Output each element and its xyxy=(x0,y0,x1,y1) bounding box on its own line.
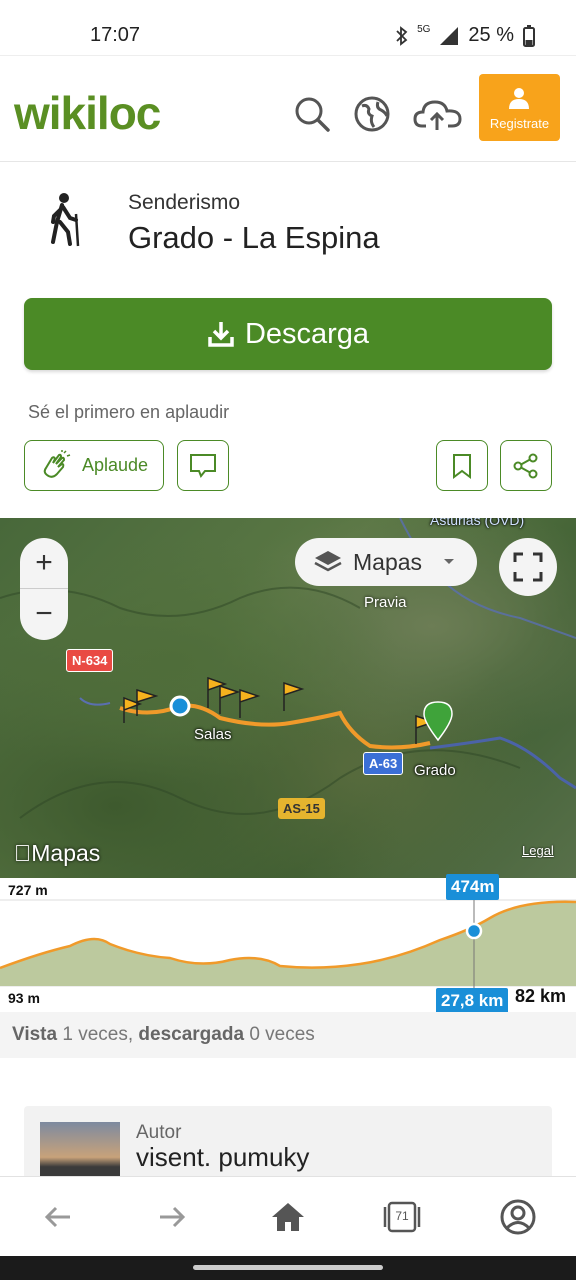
views-label: Vista xyxy=(12,1024,58,1045)
tabs-button[interactable]: 71 xyxy=(382,1197,422,1237)
views-count: 1 veces, xyxy=(62,1024,134,1045)
status-bar: 17:07 5G 25 % xyxy=(0,0,576,56)
elevation-max-label: 727 m xyxy=(8,882,48,898)
cursor-elevation-badge: 474m xyxy=(446,874,500,900)
download-icon xyxy=(208,322,234,347)
activity-type: Senderismo xyxy=(128,191,241,214)
comment-icon xyxy=(190,453,216,478)
search-icon[interactable] xyxy=(292,94,332,134)
app-header: wikiloc Registrate xyxy=(0,58,576,162)
apple-icon:  xyxy=(14,840,31,866)
browser-bottom-bar: 71 xyxy=(0,1176,576,1256)
wikiloc-logo[interactable]: wikiloc xyxy=(14,86,161,140)
bookmark-icon xyxy=(453,453,471,479)
battery-icon xyxy=(523,24,535,47)
comment-button[interactable] xyxy=(177,440,229,491)
trail-stats: Vista 1 veces, descargada 0 veces xyxy=(0,1012,576,1058)
status-right: 5G 25 % xyxy=(395,24,536,47)
legal-link[interactable]: Legal xyxy=(522,843,554,858)
trail-title: Grado - La Espina xyxy=(128,220,380,255)
download-label: Descarga xyxy=(244,317,370,350)
applaud-note: Sé el primero en aplaudir xyxy=(28,402,230,422)
total-distance-label: 82 km xyxy=(515,986,567,1006)
download-button[interactable]: Descarga xyxy=(24,298,552,370)
battery-label: 25 % xyxy=(468,24,514,46)
trail-map[interactable]: + − Mapas Asturias (OVD) Pravia Salas Gr… xyxy=(0,518,576,878)
author-card[interactable]: Autor visent. pumuky xyxy=(24,1106,552,1186)
register-label: Registrate xyxy=(489,116,550,131)
back-arrow-icon[interactable] xyxy=(38,1197,78,1237)
applaud-button[interactable]: Aplaude xyxy=(24,440,164,491)
network-label: 5G xyxy=(417,24,431,35)
elevation-profile[interactable]: 727 m 93 m 474m 27,8 km 82 km xyxy=(0,874,576,1014)
register-button[interactable]: Registrate xyxy=(479,74,560,141)
forward-arrow-icon[interactable] xyxy=(152,1197,192,1237)
gesture-handle[interactable] xyxy=(193,1265,383,1270)
bookmark-button[interactable] xyxy=(436,440,488,491)
bluetooth-icon xyxy=(396,25,408,46)
applaud-label: Aplaude xyxy=(81,455,149,475)
waypoint-flags xyxy=(123,676,453,744)
elevation-min-label: 93 m xyxy=(8,990,40,1006)
apple-maps-attribution: Mapas xyxy=(14,840,100,866)
downloads-count: 0 veces xyxy=(249,1024,315,1045)
share-button[interactable] xyxy=(500,440,552,491)
cursor-distance-badge: 27,8 km xyxy=(436,988,509,1014)
user-icon xyxy=(509,88,529,109)
hiking-icon xyxy=(51,193,80,247)
downloads-label: descargada xyxy=(138,1024,245,1045)
trail-header: Senderismo Grado - La Espina xyxy=(0,176,576,286)
author-label: Autor xyxy=(136,1122,182,1143)
home-icon[interactable] xyxy=(268,1197,308,1237)
share-icon xyxy=(513,453,538,478)
signal-icon xyxy=(440,26,459,45)
cloud-upload-icon[interactable] xyxy=(412,94,464,134)
status-time: 17:07 xyxy=(90,24,141,46)
account-icon[interactable] xyxy=(498,1197,538,1237)
globe-icon[interactable] xyxy=(352,94,392,134)
clap-icon xyxy=(43,449,71,478)
author-name[interactable]: visent. pumuky xyxy=(136,1142,309,1173)
tabs-count: 71 xyxy=(395,1209,409,1223)
gesture-bar xyxy=(0,1256,576,1280)
